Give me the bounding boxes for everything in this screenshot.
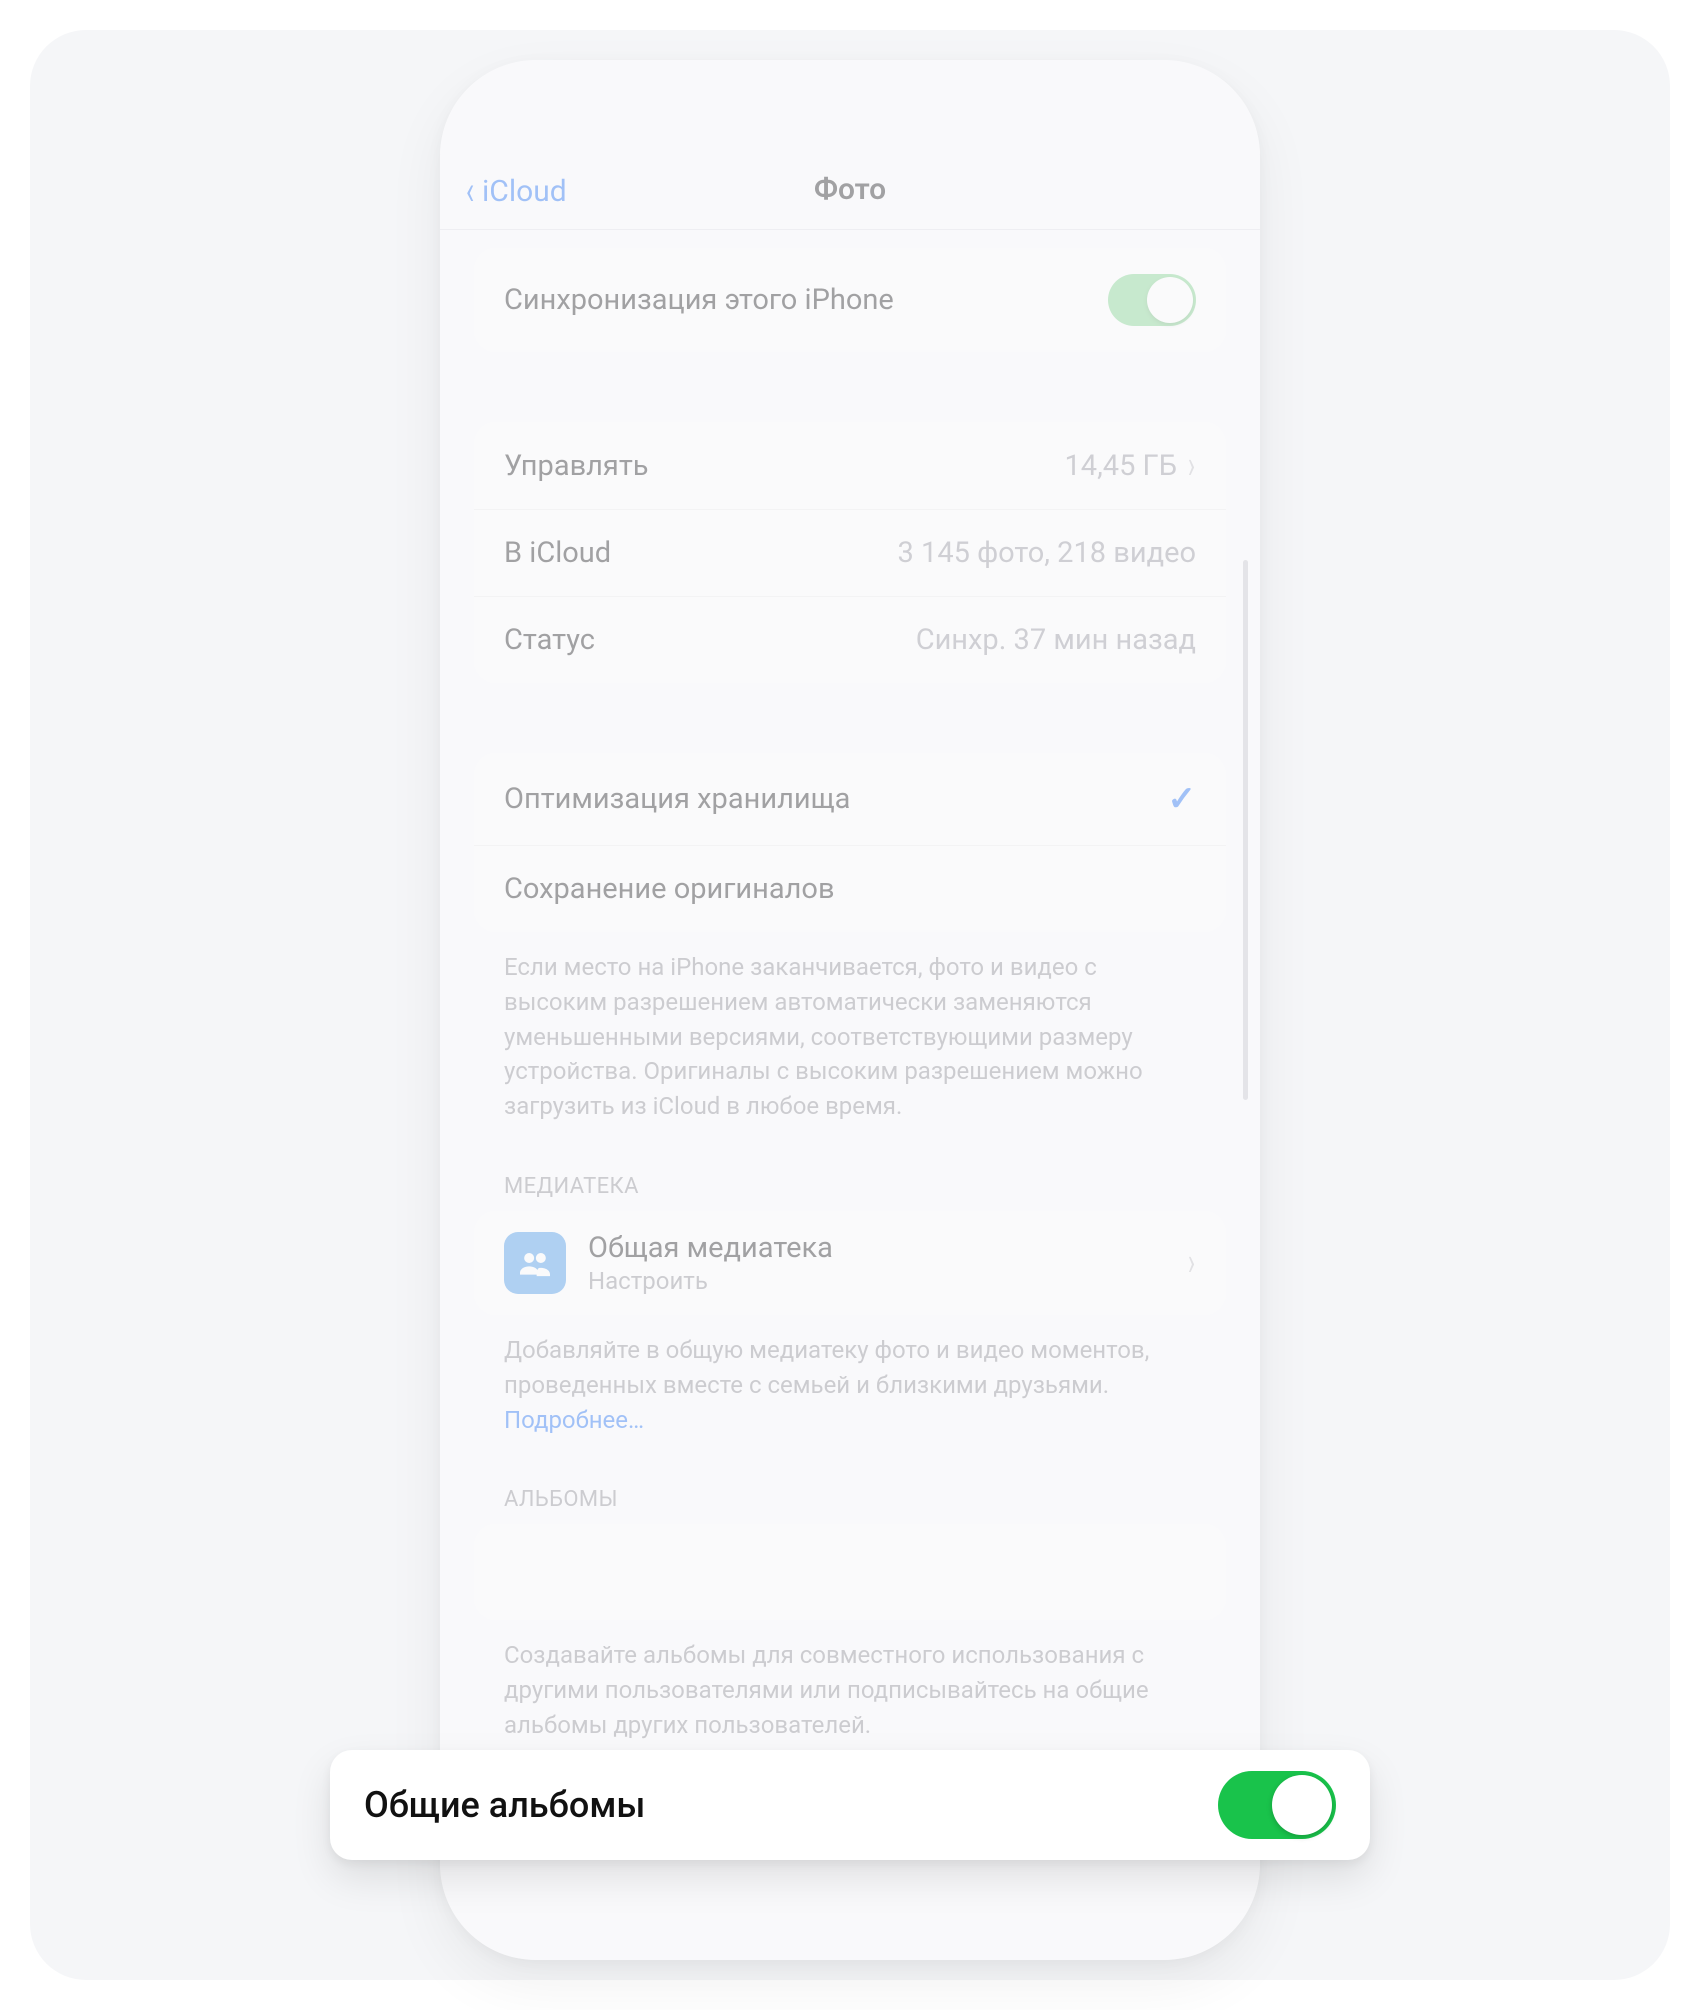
status-label: Статус	[504, 623, 595, 657]
manage-value: 14,45 ГБ ›	[1064, 448, 1196, 483]
phone-frame: ‹ iCloud Фото Синхронизация этого iPhone…	[440, 60, 1260, 1960]
chevron-right-icon: ›	[1188, 1240, 1195, 1286]
optimize-group: Оптимизация хранилища ✓ Сохранение ориги…	[474, 753, 1226, 932]
chevron-right-icon: ›	[1188, 443, 1195, 489]
toggle-knob	[1147, 277, 1193, 323]
icloud-count-label: В iCloud	[504, 536, 611, 570]
checkmark-icon: ✓	[1168, 779, 1197, 819]
albums-footer: Создавайте альбомы для совместного испол…	[474, 1620, 1226, 1750]
sync-toggle[interactable]	[1108, 274, 1196, 326]
back-button[interactable]: ‹ iCloud	[464, 171, 567, 211]
library-footer: Добавляйте в общую медиатеку фото и виде…	[474, 1315, 1226, 1445]
albums-group	[474, 1524, 1226, 1620]
albums-section-header: АЛЬБОМЫ	[474, 1445, 1226, 1524]
storage-group: Управлять 14,45 ГБ › В iCloud 3 145 фото…	[474, 422, 1226, 683]
back-label: iCloud	[482, 174, 567, 209]
toggle-knob	[1272, 1775, 1332, 1835]
page-title: Фото	[814, 172, 886, 207]
sync-row[interactable]: Синхронизация этого iPhone	[474, 248, 1226, 352]
icloud-count-value: 3 145 фото, 218 видео	[898, 536, 1196, 570]
learn-more-link[interactable]: Подробнее…	[504, 1406, 644, 1434]
library-section-header: МЕДИАТЕКА	[474, 1132, 1226, 1211]
content-area: Синхронизация этого iPhone Управлять 14,…	[440, 248, 1260, 1811]
sync-group: Синхронизация этого iPhone	[474, 248, 1226, 352]
sync-label: Синхронизация этого iPhone	[504, 283, 894, 317]
icloud-count-row: В iCloud 3 145 фото, 218 видео	[474, 510, 1226, 597]
library-footer-text: Добавляйте в общую медиатеку фото и виде…	[504, 1336, 1149, 1399]
page-background: ‹ iCloud Фото Синхронизация этого iPhone…	[30, 30, 1670, 1980]
library-group: Общая медиатека Настроить ›	[474, 1211, 1226, 1315]
shared-library-text: Общая медиатека Настроить	[588, 1231, 1165, 1295]
nav-bar: ‹ iCloud Фото	[440, 60, 1260, 230]
optimize-storage-row[interactable]: Оптимизация хранилища ✓	[474, 753, 1226, 846]
people-icon	[504, 1232, 566, 1294]
scroll-indicator	[1243, 560, 1248, 1100]
shared-library-subtitle: Настроить	[588, 1267, 1165, 1295]
shared-albums-row-bg	[474, 1524, 1226, 1620]
status-row: Статус Синхр. 37 мин назад	[474, 597, 1226, 683]
manage-row[interactable]: Управлять 14,45 ГБ ›	[474, 422, 1226, 510]
chevron-left-icon: ‹	[466, 171, 474, 211]
status-value: Синхр. 37 мин назад	[916, 623, 1196, 657]
manage-value-text: 14,45 ГБ	[1064, 449, 1177, 483]
shared-albums-label: Общие альбомы	[364, 1784, 645, 1826]
shared-albums-card[interactable]: Общие альбомы	[330, 1750, 1370, 1860]
manage-label: Управлять	[504, 449, 649, 483]
optimize-footer: Если место на iPhone заканчивается, фото…	[474, 932, 1226, 1132]
keep-originals-row[interactable]: Сохранение оригиналов	[474, 846, 1226, 932]
keep-originals-label: Сохранение оригиналов	[504, 872, 835, 906]
optimize-storage-label: Оптимизация хранилища	[504, 782, 850, 816]
shared-library-title: Общая медиатека	[588, 1231, 1165, 1265]
shared-albums-toggle[interactable]	[1218, 1771, 1336, 1839]
shared-library-row[interactable]: Общая медиатека Настроить ›	[474, 1211, 1226, 1315]
